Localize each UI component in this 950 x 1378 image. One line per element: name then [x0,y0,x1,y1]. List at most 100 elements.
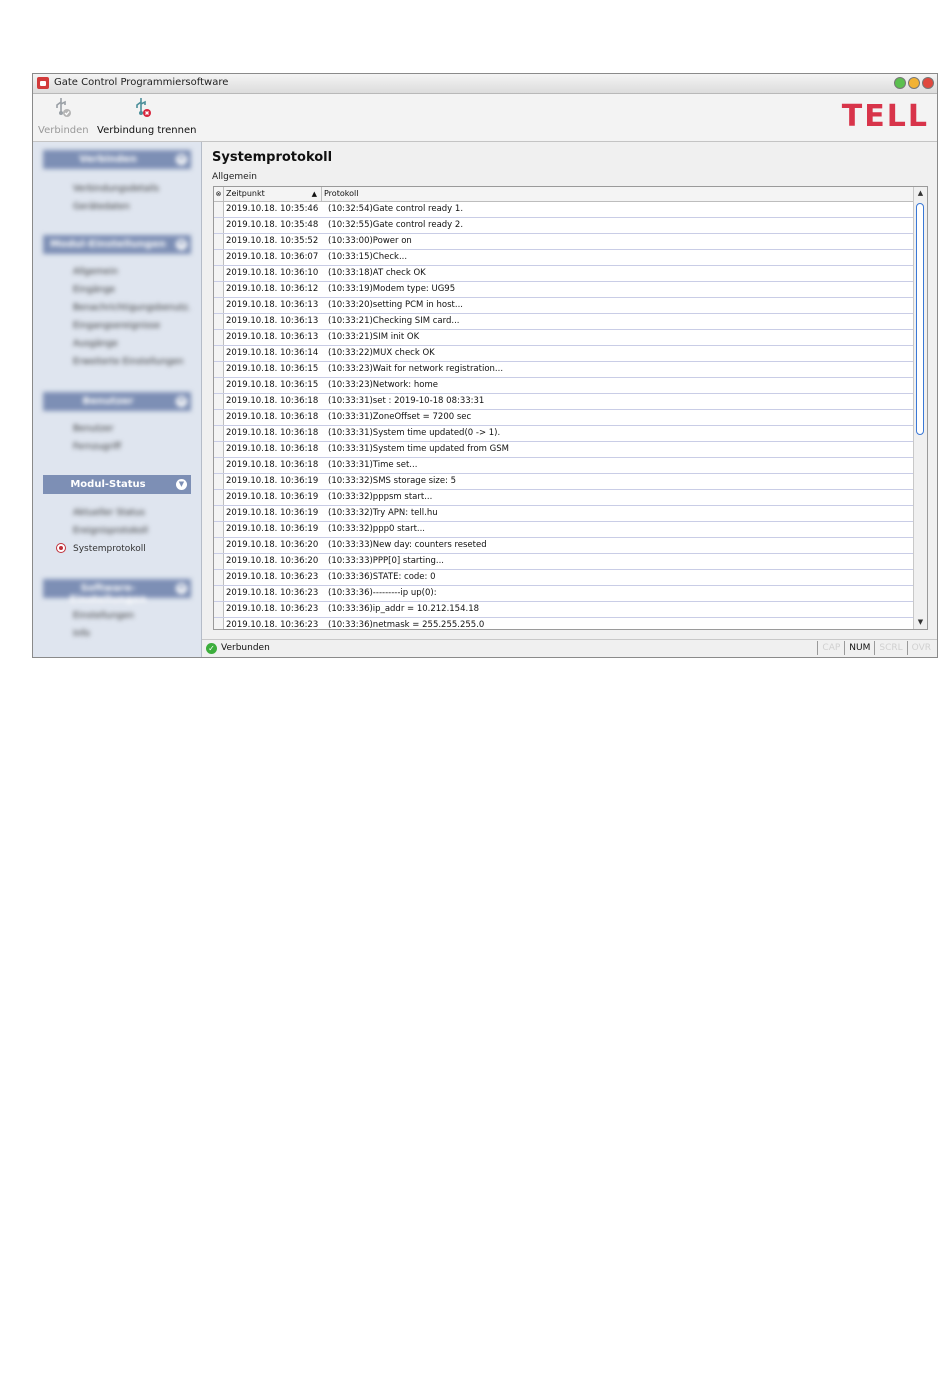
sidebar-item[interactable]: Benutzer [73,424,114,434]
select-all-icon[interactable]: ⊗ [214,187,224,201]
sidebar-item[interactable]: Ereignisprotokoll [73,526,148,536]
row-selector[interactable] [214,554,224,569]
cell-time: 2019.10.18. 10:36:15 [226,380,319,390]
sidebar-item[interactable]: Fernzugriff [73,442,121,452]
sidebar-item[interactable]: Allgemein [73,267,118,277]
sidebar-section-users[interactable]: Benutzer ▼ [43,392,191,411]
row-selector[interactable] [214,490,224,505]
table-row[interactable]: 2019.10.18. 10:36:18 (10:33:31)set : 2019… [214,394,914,410]
scroll-up-icon[interactable]: ▲ [914,187,927,200]
sidebar-item[interactable]: Eingänge [73,285,115,295]
row-selector[interactable] [214,346,224,361]
row-selector[interactable] [214,538,224,553]
table-row[interactable]: 2019.10.18. 10:36:10 (10:33:18)AT check O… [214,266,914,282]
sidebar-item[interactable]: Benachrichtigungsbenutz. [73,303,191,313]
page-subtitle: Allgemein [212,172,257,182]
minimize-button[interactable] [894,77,906,89]
table-row[interactable]: 2019.10.18. 10:36:18 (10:33:31)ZoneOffset… [214,410,914,426]
table-row[interactable]: 2019.10.18. 10:36:19 (10:33:32)SMS storag… [214,474,914,490]
table-row[interactable]: 2019.10.18. 10:36:14 (10:33:22)MUX check … [214,346,914,362]
row-selector[interactable] [214,618,224,629]
status-bar: ✓ Verbunden CAP NUM SCRL OVR [202,639,937,657]
sidebar-item-systemprotokoll[interactable]: Systemprotokoll [73,544,146,554]
tell-logo: TELL [841,99,929,134]
table-row[interactable]: 2019.10.18. 10:35:52 (10:33:00)Power on [214,234,914,250]
sidebar-item[interactable]: Gerätedaten [73,202,130,212]
table-row[interactable]: 2019.10.18. 10:36:15 (10:33:23)Network: h… [214,378,914,394]
sidebar-section-connect[interactable]: Verbinden ▼ [43,150,191,169]
table-row[interactable]: 2019.10.18. 10:36:23 (10:33:36)ip_addr = … [214,602,914,618]
table-row[interactable]: 2019.10.18. 10:36:19 (10:33:32)pppsm star… [214,490,914,506]
table-row[interactable]: 2019.10.18. 10:36:20 (10:33:33)New day: c… [214,538,914,554]
close-button[interactable] [922,77,934,89]
row-selector[interactable] [214,330,224,345]
row-selector[interactable] [214,314,224,329]
scroll-down-icon[interactable]: ▼ [914,616,927,629]
row-selector[interactable] [214,442,224,457]
row-selector[interactable] [214,394,224,409]
connect-button[interactable]: Verbinden [38,96,89,136]
sidebar-section-module-settings[interactable]: Modul-Einstellungen ▼ [43,235,191,254]
table-row[interactable]: 2019.10.18. 10:36:13 (10:33:20)setting PC… [214,298,914,314]
table-row[interactable]: 2019.10.18. 10:36:23 (10:33:36)---------i… [214,586,914,602]
log-table[interactable]: ⊗ Zeitpunkt ▲ Protokoll 2019.10.18. 10:3… [213,186,928,630]
maximize-button[interactable] [908,77,920,89]
chevron-down-icon: ▼ [176,583,187,594]
row-selector[interactable] [214,266,224,281]
sidebar-item[interactable]: Verbindungsdetails [73,184,159,194]
table-row[interactable]: 2019.10.18. 10:36:15 (10:33:23)Wait for n… [214,362,914,378]
row-selector[interactable] [214,522,224,537]
row-selector[interactable] [214,474,224,489]
row-selector[interactable] [214,586,224,601]
row-selector[interactable] [214,234,224,249]
column-header-time[interactable]: Zeitpunkt ▲ [224,187,322,201]
row-selector[interactable] [214,202,224,217]
row-selector[interactable] [214,426,224,441]
table-row[interactable]: 2019.10.18. 10:36:23 (10:33:36)STATE: cod… [214,570,914,586]
cell-time: 2019.10.18. 10:36:19 [226,476,319,486]
table-row[interactable]: 2019.10.18. 10:35:48 (10:32:55)Gate contr… [214,218,914,234]
sidebar-item[interactable]: Ausgänge [73,339,118,349]
table-row[interactable]: 2019.10.18. 10:36:18 (10:33:31)System tim… [214,442,914,458]
table-row[interactable]: 2019.10.18. 10:36:18 (10:33:31)Time set..… [214,458,914,474]
chevron-down-icon: ▼ [176,479,187,490]
row-selector[interactable] [214,378,224,393]
table-row[interactable]: 2019.10.18. 10:36:20 (10:33:33)PPP[0] sta… [214,554,914,570]
row-selector[interactable] [214,250,224,265]
sidebar-item[interactable]: Einstellungen [73,611,134,621]
table-row[interactable]: 2019.10.18. 10:36:12 (10:33:19)Modem type… [214,282,914,298]
scroll-thumb[interactable] [916,203,924,435]
row-selector[interactable] [214,506,224,521]
disconnect-button[interactable]: Verbindung trennen [97,96,196,136]
table-row[interactable]: 2019.10.18. 10:36:19 (10:33:32)ppp0 start… [214,522,914,538]
row-selector[interactable] [214,602,224,617]
sidebar-section-module-status[interactable]: Modul-Status ▼ [43,475,191,494]
row-selector[interactable] [214,282,224,297]
row-selector[interactable] [214,298,224,313]
sidebar-item[interactable]: Info [73,629,90,639]
cell-time: 2019.10.18. 10:35:52 [226,236,319,246]
vertical-scrollbar[interactable]: ▲ ▼ [913,187,927,629]
table-row[interactable]: 2019.10.18. 10:36:18 (10:33:31)System tim… [214,426,914,442]
table-row[interactable]: 2019.10.18. 10:35:46 (10:32:54)Gate contr… [214,202,914,218]
sidebar-section-software-settings[interactable]: Software-Einstellungen ▼ [43,579,191,605]
table-row[interactable]: 2019.10.18. 10:36:19 (10:33:32)Try APN: t… [214,506,914,522]
section-label: Verbinden [79,154,137,165]
table-row[interactable]: 2019.10.18. 10:36:13 (10:33:21)Checking S… [214,314,914,330]
row-selector[interactable] [214,410,224,425]
row-selector[interactable] [214,458,224,473]
table-row[interactable]: 2019.10.18. 10:36:13 (10:33:21)SIM init O… [214,330,914,346]
cell-log: (10:33:33)New day: counters reseted [328,540,487,550]
sidebar-item[interactable]: Aktueller Status [73,508,145,518]
sidebar-item[interactable]: Eingangsereignisse [73,321,160,331]
table-row[interactable]: 2019.10.18. 10:36:23 (10:33:36)netmask = … [214,618,914,629]
row-selector[interactable] [214,362,224,377]
column-header-log[interactable]: Protokoll [324,187,358,201]
sort-ascending-icon: ▲ [311,190,317,198]
row-selector[interactable] [214,218,224,233]
row-selector[interactable] [214,570,224,585]
section-label: Benutzer [82,396,134,407]
sidebar-item[interactable]: Erweiterte Einstellungen [73,357,184,367]
table-row[interactable]: 2019.10.18. 10:36:07 (10:33:15)Check... [214,250,914,266]
cell-log: (10:33:23)Network: home [328,380,438,390]
